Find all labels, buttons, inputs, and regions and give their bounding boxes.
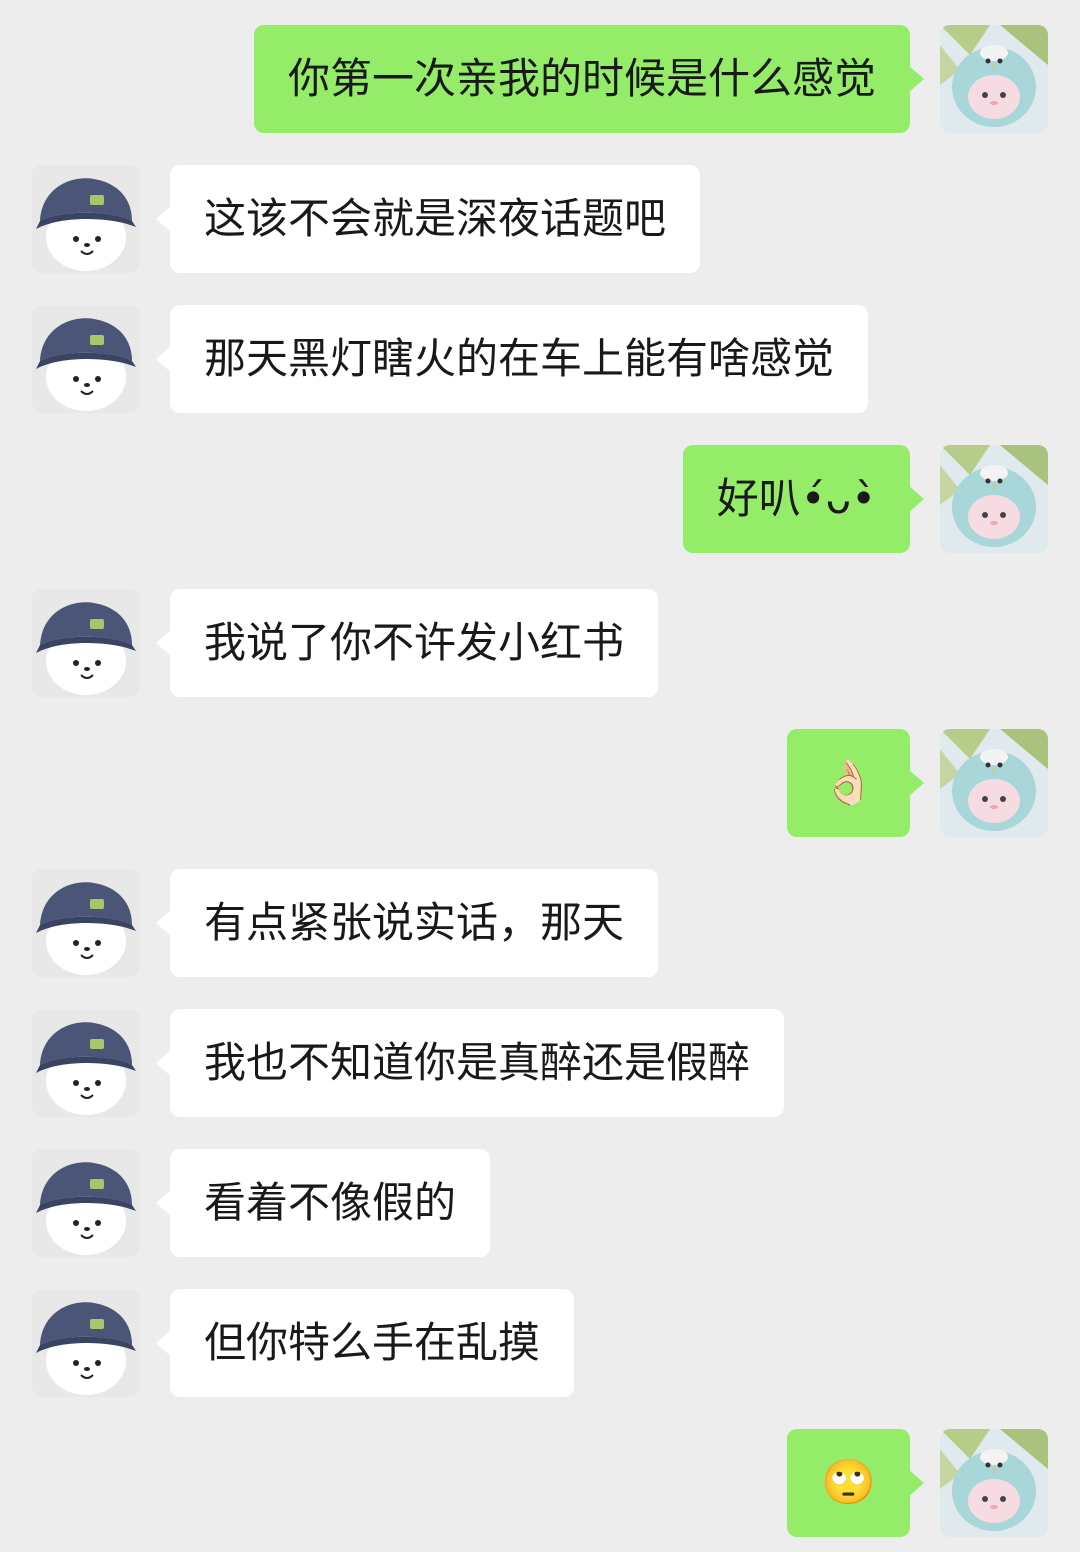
message-bubble[interactable]: 我也不知道你是真醉还是假醉 [155, 1009, 785, 1117]
contact-avatar[interactable] [32, 1009, 140, 1117]
message-row: 你第一次亲我的时候是什么感觉 [0, 25, 1080, 133]
my-avatar[interactable] [940, 1429, 1048, 1537]
message-row: 这该不会就是深夜话题吧 [0, 165, 1080, 273]
message-row: 但你特么手在乱摸 [0, 1289, 1080, 1397]
contact-avatar[interactable] [32, 589, 140, 697]
message-row: 好叭•́ᴗ•̀ [0, 445, 1080, 553]
chat-area[interactable]: 你第一次亲我的时候是什么感觉 这该不会就是深夜话题吧 那天黑灯瞎火的在车上能有啥… [0, 0, 1080, 1552]
contact-avatar[interactable] [32, 1149, 140, 1257]
message-row: 我说了你不许发小红书 [0, 589, 1080, 697]
message-row: 有点紧张说实话，那天 [0, 869, 1080, 977]
contact-avatar[interactable] [32, 165, 140, 273]
my-avatar[interactable] [940, 25, 1048, 133]
contact-avatar[interactable] [32, 305, 140, 413]
message-bubble[interactable]: 那天黑灯瞎火的在车上能有啥感觉 [155, 305, 869, 413]
message-bubble[interactable]: 有点紧张说实话，那天 [155, 869, 659, 977]
message-row: 我也不知道你是真醉还是假醉 [0, 1009, 1080, 1117]
contact-avatar[interactable] [32, 1289, 140, 1397]
emoji-message-bubble[interactable]: 👌🏻 [787, 729, 924, 837]
message-row: 👌🏻 [0, 729, 1080, 837]
message-bubble[interactable]: 但你特么手在乱摸 [155, 1289, 575, 1397]
message-bubble[interactable]: 好叭•́ᴗ•̀ [682, 445, 925, 553]
message-row: 看着不像假的 [0, 1149, 1080, 1257]
message-row: 那天黑灯瞎火的在车上能有啥感觉 [0, 305, 1080, 413]
message-bubble[interactable]: 我说了你不许发小红书 [155, 589, 659, 697]
message-bubble[interactable]: 看着不像假的 [155, 1149, 491, 1257]
message-bubble[interactable]: 这该不会就是深夜话题吧 [155, 165, 701, 273]
my-avatar[interactable] [940, 729, 1048, 837]
my-avatar[interactable] [940, 445, 1048, 553]
emoji-message-bubble[interactable]: 🙄 [787, 1429, 924, 1537]
message-bubble[interactable]: 你第一次亲我的时候是什么感觉 [253, 25, 925, 133]
contact-avatar[interactable] [32, 869, 140, 977]
message-row: 🙄 [0, 1429, 1080, 1537]
